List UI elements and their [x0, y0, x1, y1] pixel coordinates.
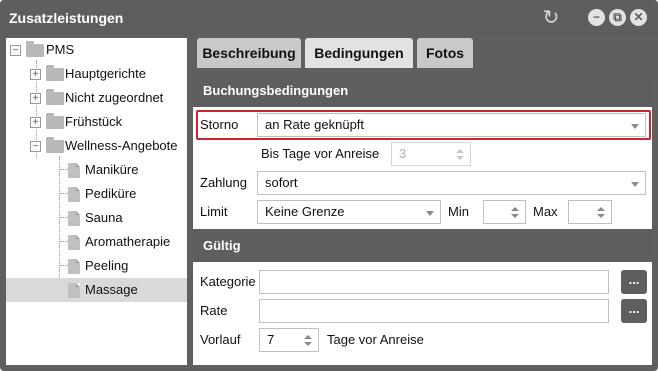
spin-down-icon[interactable]: [456, 156, 464, 160]
zahlung-value: sofort: [265, 175, 298, 190]
min-label: Min: [448, 204, 469, 219]
tree-node-item[interactable]: Maniküre: [6, 158, 187, 182]
document-icon: [68, 235, 80, 250]
limit-value: Keine Grenze: [265, 204, 345, 219]
folder-icon: [46, 137, 64, 153]
chevron-down-icon: [631, 182, 639, 187]
tree-node-label: Hauptgerichte: [65, 66, 146, 81]
expand-icon[interactable]: +: [30, 93, 41, 104]
spin-up-icon[interactable]: [597, 207, 605, 211]
spin-up-icon[interactable]: [304, 335, 312, 339]
tab-bedingungen[interactable]: Bedingungen: [305, 38, 413, 68]
kategorie-field[interactable]: [259, 270, 609, 294]
window-title: Zusatzleistungen: [9, 10, 124, 26]
bis-tage-spinner[interactable]: 3: [391, 142, 471, 166]
zahlung-label: Zahlung: [200, 175, 247, 190]
folder-icon: [46, 89, 64, 105]
tree-node-item[interactable]: Aromatherapie: [6, 230, 187, 254]
section-header-gueltig: Gültig: [193, 229, 652, 262]
tree-node-root[interactable]: − PMS: [6, 38, 187, 62]
tree-node-label: PMS: [46, 42, 75, 57]
document-icon: [68, 187, 80, 202]
refresh-icon[interactable]: ↻: [541, 8, 561, 28]
tree-node-label: Massage: [85, 282, 138, 297]
spin-up-icon[interactable]: [456, 149, 464, 153]
category-tree: − PMS + Hauptgerichte + Nicht zugeordnet…: [6, 38, 187, 365]
rate-label: Rate: [200, 303, 228, 318]
tab-fotos[interactable]: Fotos: [417, 38, 473, 68]
tree-node-folder[interactable]: + Frühstück: [6, 110, 187, 134]
folder-icon: [46, 65, 64, 81]
zahlung-select[interactable]: sofort: [257, 171, 646, 195]
title-bar[interactable]: Zusatzleistungen ↻ − ⧉ ✕: [0, 0, 658, 36]
storno-label: Storno: [200, 117, 239, 132]
collapse-icon[interactable]: −: [30, 141, 41, 152]
buchung-form: Storno an Rate geknüpft Bis Tage vor Anr…: [193, 107, 652, 229]
chevron-down-icon: [631, 124, 639, 129]
expand-icon[interactable]: +: [30, 69, 41, 80]
storno-value: an Rate geknüpft: [265, 117, 365, 132]
vorlauf-suffix: Tage vor Anreise: [327, 332, 424, 347]
expand-icon[interactable]: +: [30, 117, 41, 128]
rate-field[interactable]: [259, 299, 609, 323]
bis-tage-value: 3: [399, 146, 407, 161]
folder-icon: [46, 113, 64, 129]
tab-beschreibung[interactable]: Beschreibung: [197, 38, 301, 68]
spin-down-icon[interactable]: [597, 214, 605, 218]
max-spinner[interactable]: [568, 200, 612, 224]
tree-node-label: Aromatherapie: [85, 234, 171, 249]
max-label: Max: [533, 204, 558, 219]
tree-node-folder[interactable]: − Wellness-Angebote: [6, 134, 187, 158]
document-icon: [68, 283, 80, 298]
rate-browse-button[interactable]: ...: [621, 299, 647, 323]
document-icon: [68, 259, 80, 274]
tree-node-label: Pediküre: [85, 186, 137, 201]
dialog-window: Zusatzleistungen ↻ − ⧉ ✕ − PMS + Hauptge…: [0, 0, 658, 371]
detail-panel: Beschreibung Bedingungen Fotos Buchungsb…: [193, 36, 652, 365]
tree-node-item[interactable]: Pediküre: [6, 182, 187, 206]
tree-node-label: Frühstück: [65, 114, 123, 129]
kategorie-label: Kategorie: [200, 274, 256, 289]
spin-down-icon[interactable]: [511, 214, 519, 218]
vorlauf-spinner[interactable]: 7: [259, 328, 319, 352]
storno-select[interactable]: an Rate geknüpft: [257, 113, 646, 137]
spin-up-icon[interactable]: [511, 207, 519, 211]
folder-icon: [26, 41, 44, 57]
limit-select[interactable]: Keine Grenze: [257, 200, 441, 224]
restore-icon[interactable]: ⧉: [609, 9, 626, 26]
close-icon[interactable]: ✕: [630, 9, 647, 26]
document-icon: [68, 163, 80, 178]
document-icon: [68, 211, 80, 226]
tree-node-label: Nicht zugeordnet: [65, 90, 164, 105]
minimize-icon[interactable]: −: [588, 9, 605, 26]
gueltig-form: Kategorie ... Rate ... Vorlauf 7 Tage vo…: [193, 262, 652, 365]
tree-node-folder[interactable]: + Hauptgerichte: [6, 62, 187, 86]
tree-node-label: Wellness-Angebote: [65, 138, 178, 153]
tree-node-item[interactable]: Peeling: [6, 254, 187, 278]
tree-node-item-selected[interactable]: Massage: [6, 278, 187, 302]
bis-tage-label: Bis Tage vor Anreise: [261, 146, 380, 161]
tab-bar: Beschreibung Bedingungen Fotos: [193, 36, 652, 68]
tree-node-label: Maniküre: [85, 162, 139, 177]
kategorie-browse-button[interactable]: ...: [621, 270, 647, 294]
chevron-down-icon: [426, 211, 434, 216]
collapse-icon[interactable]: −: [10, 45, 21, 56]
tree-node-folder[interactable]: + Nicht zugeordnet: [6, 86, 187, 110]
spin-down-icon[interactable]: [304, 342, 312, 346]
vorlauf-value: 7: [267, 332, 275, 347]
vorlauf-label: Vorlauf: [200, 332, 241, 347]
section-header-buchungsbedingungen: Buchungsbedingungen: [193, 74, 652, 107]
tree-node-label: Peeling: [85, 258, 129, 273]
min-spinner[interactable]: [483, 200, 526, 224]
tree-node-item[interactable]: Sauna: [6, 206, 187, 230]
tree-node-label: Sauna: [85, 210, 123, 225]
limit-label: Limit: [200, 204, 228, 219]
